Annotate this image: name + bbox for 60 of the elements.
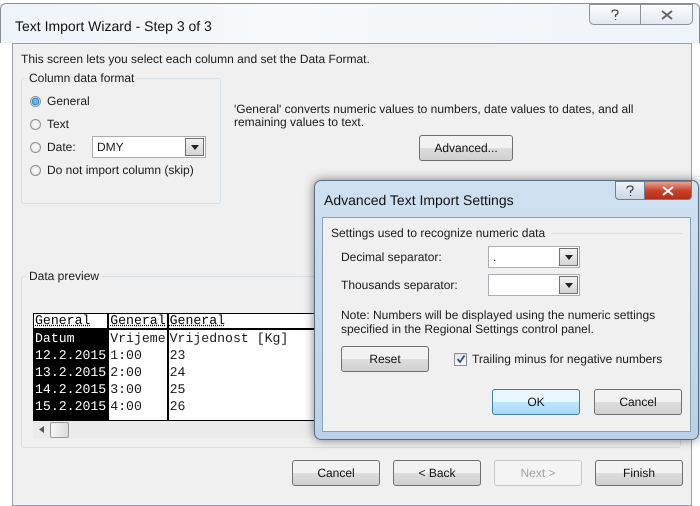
help-button[interactable] bbox=[615, 181, 645, 200]
table-cell: 14.2.2015 bbox=[34, 381, 108, 398]
wizard-button[interactable]: Cancel bbox=[292, 460, 380, 486]
checkbox-label: Trailing minus for negative numbers bbox=[472, 352, 662, 366]
option-label: General bbox=[47, 94, 90, 108]
help-icon bbox=[625, 184, 635, 196]
separator-dropdown[interactable] bbox=[488, 274, 580, 296]
reset-button[interactable]: Reset bbox=[341, 346, 429, 372]
dialog-title: Advanced Text Import Settings bbox=[324, 192, 514, 208]
dialog-button[interactable]: OK bbox=[492, 389, 580, 415]
column-format-header[interactable]: General bbox=[109, 314, 167, 330]
table-cell-text: Datum bbox=[34, 330, 76, 347]
preview-column[interactable]: General Datum 12.2.2015 13.2.2015 14.2.2015 15.2.2015 bbox=[34, 314, 110, 420]
group-label: Data preview bbox=[27, 269, 102, 283]
dropdown-value: . bbox=[493, 250, 496, 264]
option-label: Text bbox=[47, 117, 70, 131]
radio-button[interactable] bbox=[30, 142, 41, 152]
advanced-button[interactable]: Advanced... bbox=[419, 135, 513, 161]
radio-button[interactable] bbox=[30, 164, 41, 176]
table-cell-text: 1:00 bbox=[109, 347, 143, 364]
scrollbar-thumb[interactable] bbox=[50, 422, 69, 438]
option-label: Do not import column (skip) bbox=[47, 163, 194, 177]
table-cell-text: 26 bbox=[168, 398, 186, 415]
radio-button[interactable] bbox=[30, 96, 41, 106]
option-label: Date: bbox=[47, 140, 77, 154]
window-title: Text Import Wizard - Step 3 of 3 bbox=[15, 18, 212, 34]
table-cell-text: 3:00 bbox=[109, 381, 143, 398]
separator-dropdown[interactable]: . bbox=[488, 246, 580, 268]
close-button[interactable] bbox=[645, 181, 692, 200]
close-icon bbox=[660, 10, 672, 20]
field-label: Decimal separator: bbox=[341, 250, 443, 264]
help-icon bbox=[610, 8, 620, 20]
checkbox[interactable] bbox=[454, 352, 467, 366]
table-cell-text: Vrijednost [Kg] bbox=[168, 330, 290, 347]
description-text: 'General' converts numeric values to numbers, date values to dates, and all remaining values to text. bbox=[234, 103, 634, 129]
close-icon bbox=[662, 186, 674, 196]
wizard-button[interactable]: < Back bbox=[393, 460, 481, 486]
close-button[interactable] bbox=[641, 4, 693, 25]
scroll-left-icon[interactable] bbox=[39, 426, 45, 433]
wizard-button[interactable]: Finish bbox=[595, 460, 683, 486]
table-cell-text: 4:00 bbox=[109, 398, 143, 415]
table-cell: 15.2.2015 bbox=[34, 398, 108, 415]
group-label: Settings used to recognize numeric data bbox=[331, 226, 546, 240]
table-cell-text: 2:00 bbox=[109, 364, 143, 381]
dropdown-value: DMY bbox=[96, 139, 125, 156]
radio-button[interactable] bbox=[30, 118, 41, 130]
field-label: Thousands separator: bbox=[341, 278, 459, 292]
table-cell: 13.2.2015 bbox=[34, 364, 108, 381]
note-text: Note: Numbers will be displayed using the numeric settings specified in the Regional Settings control panel. bbox=[341, 308, 656, 336]
date-format-dropdown[interactable]: DMY bbox=[92, 136, 206, 158]
column-format-header[interactable]: General bbox=[34, 314, 108, 330]
preview-column[interactable]: General Vrijeme 1:00 2:00 3:00 4:00 bbox=[109, 314, 169, 420]
table-cell: 12.2.2015 bbox=[34, 347, 108, 364]
table-cell: Vrijeme bbox=[109, 330, 167, 347]
dialog-button[interactable]: Cancel bbox=[594, 389, 682, 415]
instruction-text: This screen lets you select each column and set the Data Format. bbox=[21, 52, 371, 66]
table-cell-text: 25 bbox=[168, 381, 186, 398]
table-cell-text: 24 bbox=[168, 364, 186, 381]
table-cell-text: 23 bbox=[168, 347, 186, 364]
group-label: Column data format bbox=[27, 71, 136, 85]
